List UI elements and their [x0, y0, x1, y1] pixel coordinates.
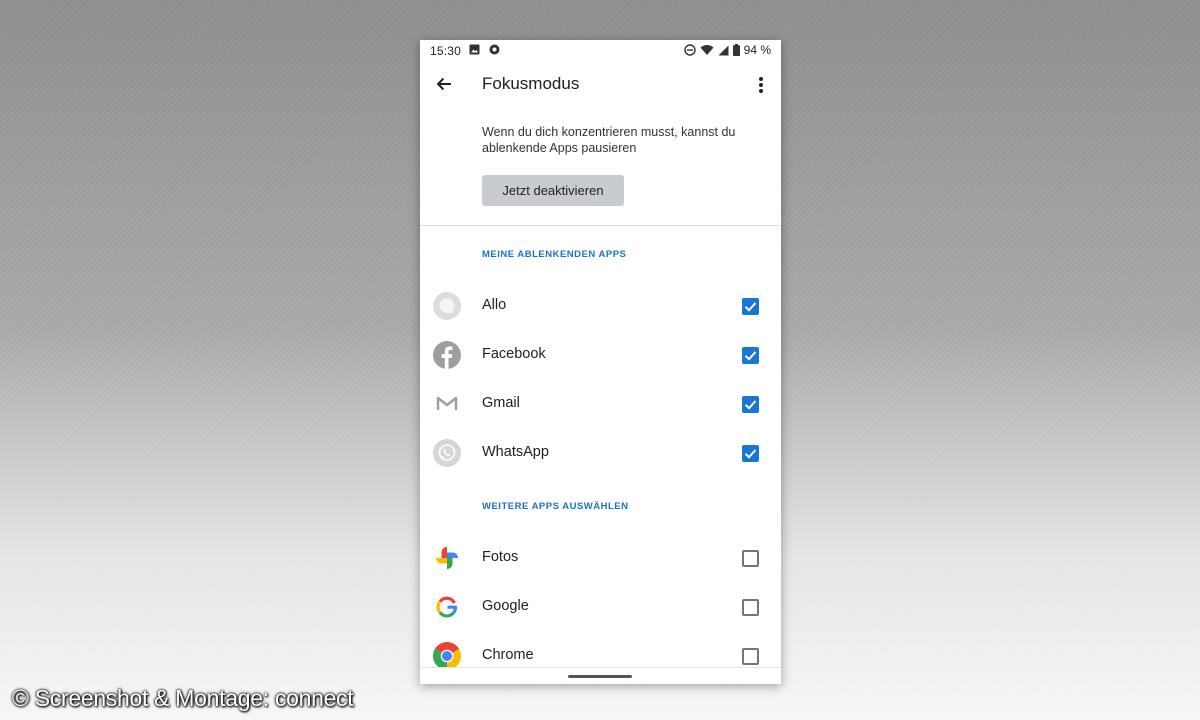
app-name: Fotos	[482, 549, 519, 565]
list-item-facebook[interactable]: Facebook	[420, 331, 781, 379]
deactivate-now-button[interactable]: Jetzt deaktivieren	[482, 175, 624, 206]
home-gesture-handle[interactable]	[568, 675, 632, 678]
focus-mode-description: Wenn du dich konzentrieren musst, kannst…	[482, 125, 736, 155]
record-notification-icon	[489, 44, 500, 55]
back-arrow-icon[interactable]	[434, 74, 454, 94]
checkmark-icon	[744, 449, 757, 459]
list-item-fotos[interactable]: Fotos	[420, 534, 781, 582]
image-notification-icon	[469, 44, 480, 55]
cell-signal-icon	[718, 45, 729, 55]
checkbox-chrome[interactable]	[742, 648, 759, 665]
phone-screen: 15:30 94 % Fokusmodus Wenn du dich konze…	[420, 40, 781, 684]
app-name: Allo	[482, 297, 507, 313]
watermark-credit: © Screenshot & Montage: connect	[12, 685, 354, 711]
list-item-whatsapp[interactable]: WhatsApp	[420, 429, 781, 477]
page-title: Fokusmodus	[482, 74, 580, 93]
checkbox-facebook[interactable]	[742, 347, 759, 364]
checkmark-icon	[744, 400, 757, 410]
wifi-icon	[700, 45, 714, 55]
battery-percentage: 94 %	[743, 43, 771, 57]
allo-icon	[433, 292, 461, 320]
status-bar: 15:30 94 %	[420, 40, 781, 61]
section-header-more-apps: WEITERE APPS AUSWÄHLEN	[482, 501, 629, 512]
google-icon	[436, 596, 458, 618]
whatsapp-icon	[433, 439, 461, 467]
checkbox-fotos[interactable]	[742, 550, 759, 567]
list-item-allo[interactable]: Allo	[420, 282, 781, 330]
checkmark-icon	[744, 302, 757, 312]
app-name: Chrome	[482, 647, 534, 663]
photos-icon	[436, 547, 458, 569]
more-options-icon[interactable]	[753, 74, 769, 96]
app-name: Gmail	[482, 395, 520, 411]
app-name: Google	[482, 598, 529, 614]
section-header-distracting-apps: MEINE ABLENKENDEN APPS	[482, 249, 627, 260]
app-bar: Fokusmodus	[420, 62, 781, 108]
status-right: 94 %	[683, 43, 771, 57]
app-name: WhatsApp	[482, 444, 549, 460]
gmail-icon	[436, 396, 458, 410]
app-name: Facebook	[482, 346, 546, 362]
checkbox-gmail[interactable]	[742, 396, 759, 413]
chrome-icon	[433, 642, 461, 670]
battery-icon	[732, 44, 740, 56]
checkbox-google[interactable]	[742, 599, 759, 616]
status-time: 15:30	[430, 44, 462, 58]
navigation-bar	[420, 667, 781, 684]
facebook-icon	[433, 341, 461, 369]
checkbox-allo[interactable]	[742, 298, 759, 315]
checkbox-whatsapp[interactable]	[742, 445, 759, 462]
divider	[420, 225, 781, 226]
list-item-gmail[interactable]: Gmail	[420, 380, 781, 428]
checkmark-icon	[744, 351, 757, 361]
do-not-disturb-icon	[683, 44, 696, 56]
list-item-google[interactable]: Google	[420, 583, 781, 631]
